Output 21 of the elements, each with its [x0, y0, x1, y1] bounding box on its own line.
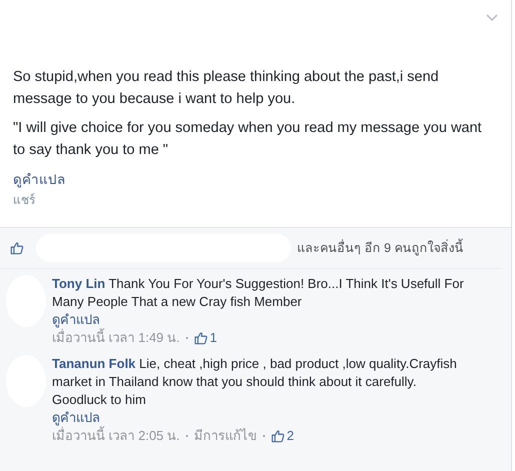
translate-link[interactable]: ดูคำแปล [13, 172, 65, 187]
separator-dot [186, 337, 188, 339]
like-count[interactable]: 2 [286, 427, 294, 445]
comment-time[interactable]: เมื่อวานนี้ เวลา 1:49 น. [52, 329, 180, 347]
post-paragraph: So stupid,when you read this please thinking about the past,i send message to you because i want to help you. [13, 68, 440, 109]
thumbs-up-icon [270, 429, 285, 443]
translate-link[interactable]: ดูคำแปล [52, 311, 100, 329]
chevron-down-icon[interactable] [486, 14, 498, 22]
comment-text: Tananun Folk Lie, cheat ,high price , bad product ,low quality.Crayfish market in Thailand know that you should think about it carefully. Goodluck to him [52, 355, 458, 409]
likes-summary[interactable]: และคนอื่นๆ อีก 9 คนถูกใจสิ่งนี้ [297, 238, 464, 258]
comment-time[interactable]: เมื่อวานนี้ เวลา 2:05 น. [52, 427, 180, 445]
edited-label[interactable]: มีการแก้ไข [194, 427, 257, 445]
thumbs-up-icon [194, 331, 208, 345]
share-link[interactable]: แชร์ [13, 193, 35, 207]
thumbs-up-icon [10, 241, 24, 255]
translate-link[interactable]: ดูคำแปล [52, 409, 100, 427]
like-count[interactable]: 1 [210, 329, 217, 347]
separator-dot [186, 435, 188, 437]
comment-text: Tony Lin Thank You For Your's Suggestion! Bro...I Think It's Usefull For Many People That a new Cray fish Member [52, 275, 465, 311]
separator-dot [262, 435, 265, 437]
post-paragraph: "I will give choice for you someday when you read my message you want to say thank you to me " [13, 119, 483, 160]
